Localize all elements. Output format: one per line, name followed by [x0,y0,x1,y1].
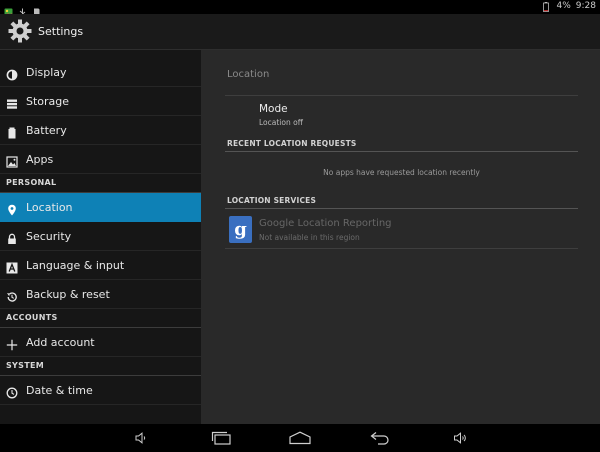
sidebar-item-language-input[interactable]: Language & input [0,251,201,280]
location-pin-icon [6,201,18,216]
lock-icon [6,230,18,244]
page-title: Location [227,69,270,80]
section-header-system: SYSTEM [0,357,201,376]
volume-down-icon[interactable] [129,430,153,446]
service-divider [225,248,578,249]
battery-icon [6,124,18,139]
clock-icon [6,384,18,399]
sidebar-item-label: Add account [26,335,95,349]
location-services-divider [225,208,578,209]
back-icon[interactable] [368,430,392,446]
recent-apps-icon[interactable] [210,430,234,446]
sidebar-item-label: Display [26,65,67,79]
sidebar-item-label: Storage [26,94,70,108]
settings-sidebar: Display Storage Battery Apps PERSONAL Lo… [0,50,201,424]
battery-icon [542,1,552,12]
action-bar: Settings [0,14,600,50]
gear-icon[interactable] [8,19,32,43]
recent-requests-header: RECENT LOCATION REQUESTS [227,139,357,148]
mode-title: Mode [259,103,288,115]
sidebar-item-security[interactable]: Security [0,222,201,251]
google-logo-icon: g [229,216,252,243]
section-header-accounts: ACCOUNTS [0,309,201,328]
sidebar-item-label: Battery [26,123,67,137]
sidebar-item-display[interactable]: Display [0,58,201,87]
sidebar-item-label: Location [26,200,73,214]
location-settings-panel: Location Mode Location off RECENT LOCATI… [201,50,600,424]
gallery-notification-icon [4,2,13,17]
service-title: Google Location Reporting [259,218,392,229]
sidebar-top-spacer [0,50,201,58]
sidebar-item-backup-reset[interactable]: Backup & reset [0,280,201,309]
sidebar-item-label: Date & time [26,383,93,397]
location-services-header: LOCATION SERVICES [227,196,317,205]
system-navigation-bar [0,424,600,452]
sidebar-item-add-account[interactable]: Add account [0,328,201,357]
battery-percent: 4% [556,1,571,11]
display-brightness-icon [6,66,18,81]
location-mode-setting[interactable]: Mode Location off [225,96,578,134]
sidebar-item-date-time[interactable]: Date & time [0,376,201,405]
storage-icon [6,95,18,109]
usb-icon [18,2,27,17]
sidebar-item-label: Security [26,229,72,243]
status-bar: 4% 9:28 [0,0,600,17]
google-location-reporting-item[interactable]: g Google Location Reporting Not availabl… [225,212,578,248]
sidebar-item-label: Apps [26,152,54,166]
sidebar-item-label: Backup & reset [26,287,110,301]
sidebar-item-location[interactable]: Location [0,193,201,222]
service-subtitle: Not available in this region [259,233,360,242]
restore-icon [6,288,18,302]
app-title: Settings [38,25,84,38]
sidebar-item-battery[interactable]: Battery [0,116,201,145]
volume-up-icon[interactable] [448,430,472,446]
apps-icon [6,153,18,168]
plus-icon [6,336,18,351]
recent-requests-empty-message: No apps have requested location recently [323,168,480,177]
sidebar-item-storage[interactable]: Storage [0,87,201,116]
home-icon[interactable] [288,430,312,446]
mode-value: Location off [259,118,303,127]
sd-card-icon [32,2,41,17]
section-header-personal: PERSONAL [0,174,201,193]
clock-time: 9:28 [575,1,596,11]
recent-requests-divider [225,151,578,152]
keyboard-a-icon [6,259,18,274]
sidebar-item-apps[interactable]: Apps [0,145,201,174]
sidebar-item-label: Language & input [26,258,125,272]
